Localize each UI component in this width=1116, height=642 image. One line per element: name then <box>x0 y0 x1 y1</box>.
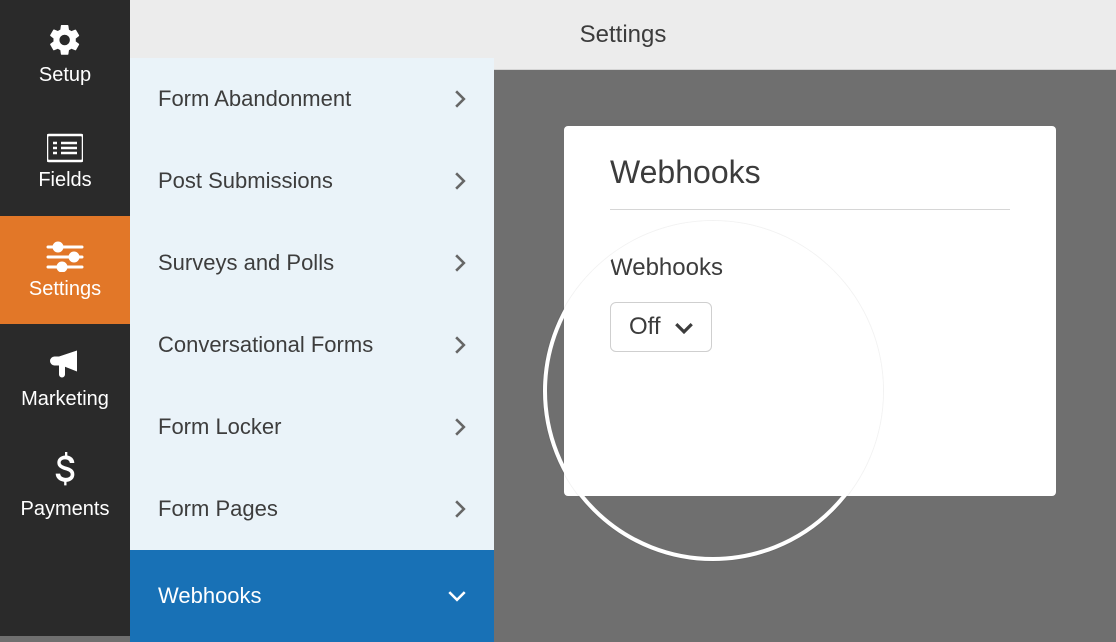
sliders-icon <box>44 240 86 272</box>
nav-item-marketing[interactable]: Marketing <box>0 324 130 432</box>
settings-item-form-pages[interactable]: Form Pages <box>130 468 494 550</box>
nav-item-settings[interactable]: Settings <box>0 216 130 324</box>
settings-item-label: Webhooks <box>158 583 262 609</box>
list-icon <box>47 133 83 163</box>
dropdown-value: Off <box>629 313 661 341</box>
nav-label: Marketing <box>21 388 109 411</box>
settings-item-label: Form Pages <box>158 496 278 522</box>
nav-label: Settings <box>29 278 101 301</box>
content-canvas: Webhooks Webhooks Off <box>494 70 1116 636</box>
page-title: Settings <box>580 21 667 49</box>
settings-item-webhooks[interactable]: Webhooks <box>130 550 494 642</box>
settings-item-form-locker[interactable]: Form Locker <box>130 386 494 468</box>
settings-item-label: Conversational Forms <box>158 332 373 358</box>
chevron-right-icon <box>454 254 466 272</box>
chevron-down-icon <box>448 590 466 602</box>
bullhorn-icon <box>47 346 83 382</box>
nav-label: Setup <box>39 64 91 87</box>
settings-item-label: Form Abandonment <box>158 86 351 112</box>
webhooks-card: Webhooks Webhooks Off <box>564 126 1056 496</box>
divider <box>610 209 1010 210</box>
settings-item-surveys-polls[interactable]: Surveys and Polls <box>130 222 494 304</box>
chevron-right-icon <box>454 418 466 436</box>
card-title: Webhooks <box>610 154 1010 191</box>
field-label: Webhooks <box>610 254 1010 282</box>
settings-item-post-submissions[interactable]: Post Submissions <box>130 140 494 222</box>
chevron-right-icon <box>454 90 466 108</box>
settings-item-label: Surveys and Polls <box>158 250 334 276</box>
chevron-right-icon <box>454 500 466 518</box>
nav-label: Fields <box>38 169 91 192</box>
nav-label: Payments <box>21 498 110 521</box>
dollar-icon <box>52 452 78 492</box>
settings-item-label: Post Submissions <box>158 168 333 194</box>
settings-item-conversational-forms[interactable]: Conversational Forms <box>130 304 494 386</box>
settings-item-label: Form Locker <box>158 414 281 440</box>
nav-sidebar: Setup Fields Settings Marketing Payments <box>0 0 130 636</box>
nav-item-payments[interactable]: Payments <box>0 432 130 540</box>
nav-item-setup[interactable]: Setup <box>0 0 130 108</box>
webhooks-toggle-dropdown[interactable]: Off <box>610 302 712 352</box>
gear-icon <box>47 22 83 58</box>
chevron-right-icon <box>454 336 466 354</box>
chevron-right-icon <box>454 172 466 190</box>
settings-item-form-abandonment[interactable]: Form Abandonment <box>130 58 494 140</box>
nav-item-fields[interactable]: Fields <box>0 108 130 216</box>
settings-panel: Form Abandonment Post Submissions Survey… <box>130 58 494 636</box>
chevron-down-icon <box>675 313 693 341</box>
